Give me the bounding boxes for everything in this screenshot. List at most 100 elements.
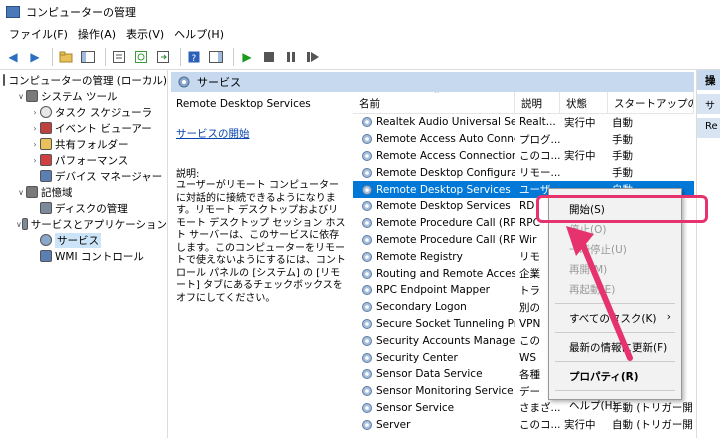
- stop-service-icon[interactable]: [260, 48, 278, 66]
- service-description-cell: このコ...: [519, 150, 560, 163]
- refresh-icon[interactable]: [132, 48, 150, 66]
- service-name-cell: Remote Access Connection ...: [353, 150, 515, 162]
- service-startup-cell: 自動: [612, 116, 633, 129]
- service-name-cell: Security Center: [353, 352, 515, 364]
- tree-item[interactable]: ディスクの管理: [0, 200, 167, 216]
- up-folder-icon[interactable]: [57, 48, 75, 66]
- gear-icon: [362, 318, 372, 329]
- operations-pane: 操 サ Re: [696, 70, 720, 438]
- help-icon[interactable]: ?: [185, 48, 203, 66]
- toolbar: ◀ ▶ ? ▶: [0, 44, 720, 70]
- context-menu-label: ヘルプ(H): [569, 400, 617, 412]
- back-arrow-icon[interactable]: ◀: [4, 48, 22, 66]
- tree-item[interactable]: WMI コントロール: [0, 248, 167, 264]
- expand-chevron-icon[interactable]: ›: [30, 124, 40, 133]
- gear-icon: [362, 402, 372, 413]
- context-menu-item[interactable]: プロパティ(R): [549, 366, 681, 386]
- operations-title: 操: [697, 70, 720, 90]
- restart-service-icon[interactable]: [304, 48, 322, 66]
- tree-item[interactable]: › イベント ビューアー: [0, 120, 167, 136]
- service-name-cell: Remote Desktop Services Us...: [353, 200, 515, 212]
- gear-icon: [362, 352, 372, 363]
- service-name-cell: Secondary Logon: [353, 301, 515, 313]
- start-service-icon[interactable]: ▶: [238, 48, 256, 66]
- menu-help[interactable]: ヘルプ(H): [169, 26, 229, 42]
- service-name: Secure Socket Tunneling Pr...: [376, 317, 515, 330]
- pause-service-icon[interactable]: [282, 48, 300, 66]
- tree-item[interactable]: デバイス マネージャー: [0, 168, 167, 184]
- service-name: Sensor Data Service: [376, 368, 483, 381]
- gear-icon: [362, 234, 372, 245]
- selected-service-name: Remote Desktop Services: [176, 98, 311, 110]
- service-name-cell: Remote Desktop Services: [353, 184, 515, 196]
- context-menu-item[interactable]: ヘルプ(H): [549, 395, 681, 415]
- column-header-description[interactable]: 説明: [515, 92, 560, 113]
- show-hide-tree-icon[interactable]: [79, 48, 97, 66]
- properties-icon[interactable]: [110, 48, 128, 66]
- start-service-link[interactable]: サービスの開始: [176, 126, 348, 141]
- service-name-cell: Sensor Data Service: [353, 368, 515, 380]
- wmi-icon: [40, 250, 52, 262]
- operations-item-services[interactable]: サ: [697, 94, 720, 114]
- column-header-startup[interactable]: スタートアップの種: [608, 92, 694, 113]
- service-name: Security Accounts Manager: [376, 334, 515, 347]
- tree-item[interactable]: ∨ 記憶域: [0, 184, 167, 200]
- tree-item[interactable]: サービス: [0, 232, 167, 248]
- expand-chevron-icon[interactable]: ›: [30, 140, 40, 149]
- service-name-cell: Routing and Remote Access: [353, 268, 515, 280]
- tree-item-label: パフォーマンス: [55, 154, 129, 167]
- service-description-cell: プログ...: [519, 133, 560, 146]
- service-row[interactable]: Remote Access Auto Conne... プログ... 手動: [353, 131, 694, 148]
- tree-item[interactable]: › 共有フォルダー: [0, 136, 167, 152]
- service-status-cell: 実行中: [564, 116, 596, 129]
- service-name-cell: Sensor Monitoring Service: [353, 385, 515, 397]
- service-name: Sensor Monitoring Service: [376, 385, 514, 398]
- expand-chevron-icon[interactable]: ∨: [16, 220, 22, 229]
- service-description: ユーザーがリモート コンピューターに対話的に接続できるようになります。リモート …: [176, 180, 346, 304]
- service-name: Remote Procedure Call (RPC): [376, 217, 515, 230]
- service-name-cell: Secure Socket Tunneling Pr...: [353, 318, 515, 330]
- expand-chevron-icon[interactable]: ∨: [16, 188, 26, 197]
- service-name: Remote Procedure Call (RPC)...: [376, 233, 515, 246]
- service-detail-pane: Remote Desktop Services サービスの開始 説明: ユーザー…: [171, 92, 353, 438]
- service-name: Remote Access Auto Conne...: [376, 133, 515, 146]
- tree-item[interactable]: ∨ サービスとアプリケーション: [0, 216, 167, 232]
- show-action-pane-icon[interactable]: [207, 48, 225, 66]
- device-manager-icon: [40, 170, 52, 182]
- tree-item[interactable]: › タスク スケジューラ: [0, 104, 167, 120]
- export-list-icon[interactable]: [154, 48, 172, 66]
- navigation-tree: コンピューターの管理 (ローカル) ∨ システム ツール › タスク スケジューラ › イベ…: [0, 70, 168, 438]
- services-icon: [40, 234, 52, 246]
- gear-icon: [178, 76, 190, 88]
- gear-icon: [362, 369, 372, 380]
- tree-item[interactable]: ∨ システム ツール: [0, 88, 167, 104]
- menu-view[interactable]: 表示(V): [121, 26, 169, 42]
- service-row[interactable]: Remote Access Connection ... このコ... 実行中 手動: [353, 148, 694, 165]
- gear-icon: [362, 167, 372, 178]
- tree-item-label: イベント ビューアー: [55, 122, 152, 135]
- tree-item[interactable]: › パフォーマンス: [0, 152, 167, 168]
- tree-item[interactable]: コンピューターの管理 (ローカル): [0, 72, 167, 88]
- menu-file[interactable]: ファイル(F): [4, 26, 73, 42]
- expand-chevron-icon[interactable]: ›: [30, 156, 40, 165]
- service-name-cell: Sensor Service: [353, 402, 515, 414]
- service-name-cell: RPC Endpoint Mapper: [353, 284, 515, 296]
- service-row[interactable]: Realtek Audio Universal Ser... Realt... 実行…: [353, 114, 694, 131]
- service-name-cell: Security Accounts Manager: [353, 335, 515, 347]
- menu-action[interactable]: 操作(A): [73, 26, 121, 42]
- column-header-status[interactable]: 状態: [560, 92, 608, 113]
- service-status-cell: 実行中: [564, 419, 596, 432]
- svg-text:?: ?: [192, 54, 197, 63]
- service-name: Remote Desktop Services: [376, 183, 511, 196]
- operations-item-selected[interactable]: Re: [697, 118, 720, 138]
- expand-chevron-icon[interactable]: ›: [30, 108, 40, 117]
- service-name: Remote Desktop Configurat...: [376, 166, 515, 179]
- forward-arrow-icon[interactable]: ▶: [26, 48, 44, 66]
- service-name: Realtek Audio Universal Ser...: [376, 116, 515, 129]
- service-row[interactable]: Server このコ... 実行中 自動 (トリガー開: [353, 416, 694, 433]
- service-description-cell: このコ...: [519, 419, 560, 432]
- service-name: Security Center: [376, 351, 458, 364]
- service-status-cell: 実行中: [564, 150, 596, 163]
- service-row[interactable]: Remote Desktop Configurat... リモー... 手動: [353, 164, 694, 181]
- expand-chevron-icon[interactable]: ∨: [16, 92, 26, 101]
